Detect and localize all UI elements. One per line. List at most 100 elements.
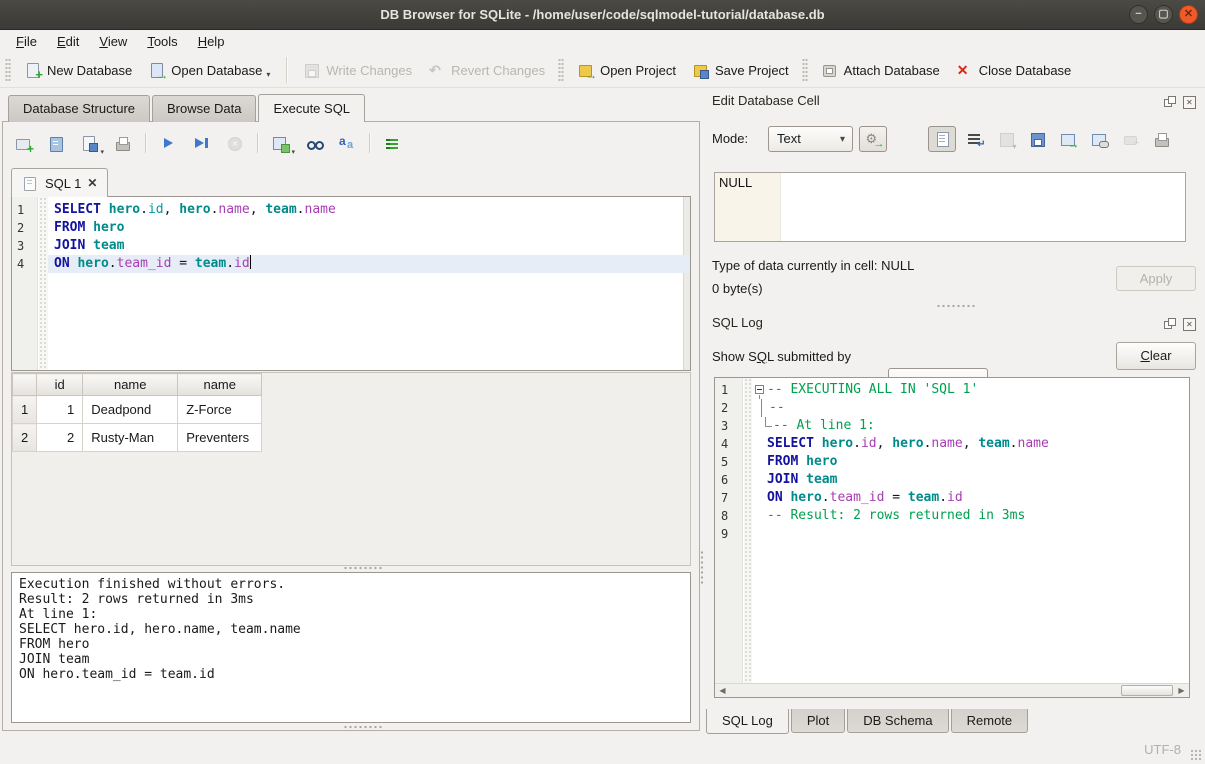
cell[interactable]: Deadpond [83, 396, 178, 424]
scrollbar-thumb[interactable] [1121, 685, 1173, 696]
cell[interactable]: Rusty-Man [83, 424, 178, 452]
table-row[interactable]: 22Rusty-ManPreventers [13, 424, 262, 452]
autocomplete-button[interactable] [336, 133, 357, 153]
maximize-button[interactable]: ▢ [1154, 5, 1173, 24]
dock-splitter[interactable] [936, 304, 976, 309]
execution-log-line: Execution finished without errors. [19, 577, 683, 592]
toolbar-grip[interactable] [558, 58, 564, 82]
scroll-right-icon[interactable]: ▶ [1175, 685, 1188, 697]
cell[interactable]: 2 [37, 424, 83, 452]
close-log-panel-icon[interactable] [1182, 316, 1199, 333]
tab-database-structure[interactable]: Database Structure [8, 95, 150, 122]
new-sql-tab-button[interactable] [13, 133, 34, 153]
close-cell-panel-icon[interactable] [1182, 94, 1199, 111]
dropdown-arrow-icon[interactable]: ▾ [100, 148, 104, 156]
menu-file[interactable]: File [6, 31, 47, 52]
print-sql-button[interactable] [112, 133, 133, 153]
cell[interactable]: Z-Force [178, 396, 262, 424]
fold-marker[interactable] [753, 381, 767, 399]
dock-tab-plot[interactable]: Plot [791, 709, 845, 733]
menu-edit[interactable]: Edit [47, 31, 89, 52]
log-horizontal-scrollbar[interactable]: ◀ ▶ [715, 683, 1189, 697]
results-log-splitter[interactable] [343, 566, 383, 571]
menu-view[interactable]: View [89, 31, 137, 52]
titlebar[interactable]: DB Browser for SQLite - /home/user/code/… [0, 0, 1205, 30]
menu-help[interactable]: Help [188, 31, 235, 52]
undock-log-panel-icon[interactable] [1162, 316, 1179, 333]
resize-grip[interactable] [1190, 749, 1202, 761]
sql-log-view[interactable]: 1-- EXECUTING ALL IN 'SQL 1'2--3-- At li… [714, 377, 1190, 698]
tab-browse-data[interactable]: Browse Data [152, 95, 256, 122]
attach-database-button[interactable]: Attach Database [813, 58, 948, 83]
toolbar-grip[interactable] [802, 58, 808, 82]
save-results-button[interactable]: ▾ [270, 133, 291, 153]
dropdown-arrow-icon[interactable]: ▾ [266, 70, 270, 79]
sql-editor[interactable]: 1SELECT hero.id, hero.name, team.name2FR… [11, 196, 691, 371]
row-header[interactable]: 2 [13, 424, 37, 452]
format-sql-button[interactable] [382, 133, 403, 153]
close-button[interactable]: ✕ [1179, 5, 1198, 24]
line-number: 2 [17, 219, 39, 237]
menu-tools[interactable]: Tools [137, 31, 187, 52]
sql-tab-label: SQL 1 [45, 176, 81, 191]
editor-line[interactable]: 3JOIN team [12, 237, 690, 255]
log-line: 2-- [715, 399, 1189, 417]
open-sql-file-button[interactable] [46, 133, 67, 153]
new-database-button[interactable]: New Database [16, 58, 140, 83]
export-cell-button[interactable] [1056, 127, 1080, 151]
save-sql-file-icon [81, 135, 98, 152]
execution-log-line: Result: 2 rows returned in 3ms [19, 592, 683, 607]
panel-splitter[interactable] [700, 550, 705, 586]
dock-tab-remote[interactable]: Remote [951, 709, 1029, 733]
new-database-label: New Database [47, 63, 132, 78]
undock-cell-panel-icon[interactable] [1162, 94, 1179, 111]
save-as-button[interactable] [1025, 127, 1049, 151]
open-database-button[interactable]: Open Database ▾ [140, 58, 278, 83]
save-sql-file-button[interactable]: ▾ [79, 133, 100, 153]
toolbar-grip[interactable] [5, 58, 11, 82]
open-project-button[interactable]: Open Project [569, 58, 684, 83]
scroll-left-icon[interactable]: ◀ [716, 685, 729, 697]
column-header-name[interactable]: name [178, 374, 262, 396]
dock-tab-db-schema[interactable]: DB Schema [847, 709, 948, 733]
cell-editor[interactable]: NULL [714, 172, 1186, 242]
cell-mode-select[interactable]: Text [768, 126, 853, 152]
save-project-button[interactable]: Save Project [684, 58, 797, 83]
execution-log[interactable]: Execution finished without errors.Result… [11, 572, 691, 723]
line-number: 6 [721, 471, 728, 489]
window-title: DB Browser for SQLite - /home/user/code/… [380, 7, 824, 22]
open-external-button[interactable] [1087, 127, 1111, 151]
close-database-button[interactable]: Close Database [948, 58, 1080, 83]
close-sql-tab-icon[interactable]: ✕ [87, 176, 97, 190]
dropdown-arrow-icon[interactable]: ▾ [291, 148, 295, 156]
write-changes-label: Write Changes [326, 63, 412, 78]
editor-line[interactable]: 2FROM hero [12, 219, 690, 237]
minimize-button[interactable]: − [1129, 5, 1148, 24]
editor-line[interactable]: 4ON hero.team_id = team.id [12, 255, 690, 273]
sql-editor-tab[interactable]: SQL 1 ✕ [11, 168, 108, 197]
encoding-indicator: UTF-8 [1144, 742, 1181, 757]
column-header-id[interactable]: id [37, 374, 83, 396]
execute-all-button[interactable] [158, 133, 179, 153]
editor-line[interactable]: 1SELECT hero.id, hero.name, team.name [12, 201, 690, 219]
tab-execute-sql[interactable]: Execute SQL [258, 94, 365, 122]
execute-line-button[interactable] [191, 133, 212, 153]
open-sql-file-icon [48, 135, 65, 152]
open-database-label: Open Database [171, 63, 262, 78]
results-table[interactable]: idnamename11DeadpondZ-Force22Rusty-ManPr… [12, 373, 262, 452]
row-header[interactable]: 1 [13, 396, 37, 424]
cell[interactable]: Preventers [178, 424, 262, 452]
column-header-name[interactable]: name [83, 374, 178, 396]
find-replace-button[interactable] [303, 133, 324, 153]
line-number: 3 [17, 237, 39, 255]
line-number: 9 [721, 525, 728, 543]
dock-tab-sql-log[interactable]: SQL Log [706, 709, 789, 734]
text-mode-button[interactable] [928, 126, 956, 152]
apply-mode-button[interactable] [859, 126, 887, 152]
word-wrap-button[interactable] [963, 127, 987, 151]
table-row[interactable]: 11DeadpondZ-Force [13, 396, 262, 424]
bottom-splitter[interactable] [343, 725, 383, 730]
cell[interactable]: 1 [37, 396, 83, 424]
print-cell-button[interactable] [1149, 127, 1173, 151]
clear-log-button[interactable]: Clear [1116, 342, 1196, 370]
